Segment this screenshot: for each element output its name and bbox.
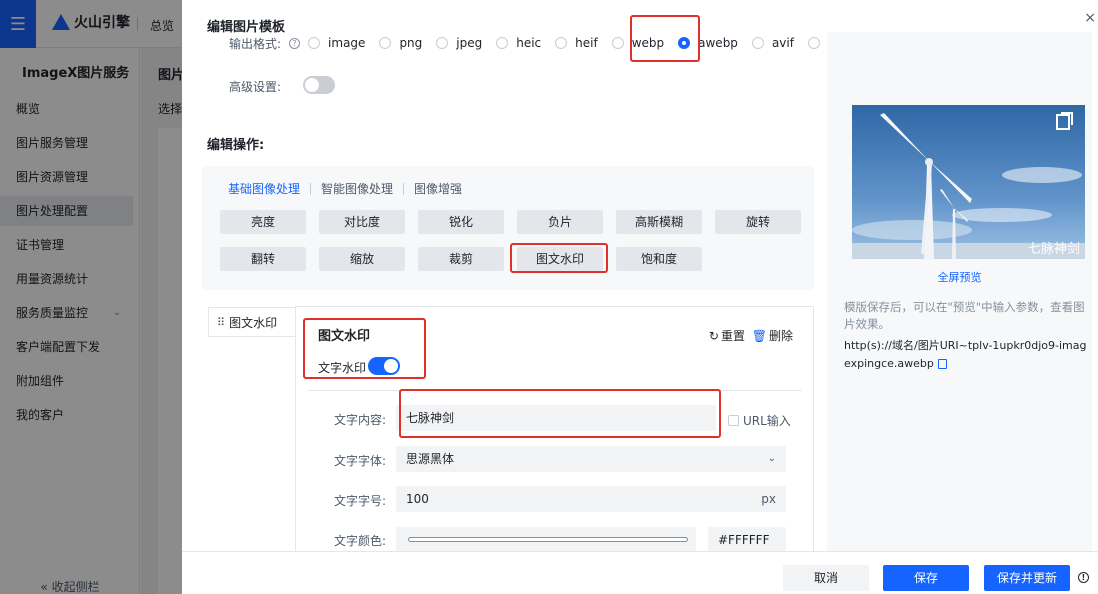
radio-label: png	[399, 36, 423, 50]
fullscreen-preview-link[interactable]: 全屏预览	[827, 269, 1092, 285]
tab-divider	[403, 182, 405, 195]
switch-knob	[305, 78, 319, 92]
edit-ops-title: 编辑操作:	[207, 138, 265, 153]
op-brightness-button[interactable]: 亮度	[220, 210, 306, 234]
reset-label: 重置	[720, 329, 745, 343]
modal-mask[interactable]	[0, 0, 182, 594]
ops-panel: 基础图像处理 智能图像处理 图像增强 亮度 对比度 锐化 负片 高斯模糊 旋转 …	[202, 166, 814, 290]
radio-label: jpeg	[456, 36, 483, 50]
radio-dot	[308, 37, 321, 49]
op-gaussian-blur-button[interactable]: 高斯模糊	[616, 210, 702, 234]
output-format-group: 输出格式: ? image png jpeg heic heif webp aw…	[229, 34, 866, 52]
radio-label: heif	[575, 36, 598, 50]
selected-op-label: 图文水印	[229, 315, 278, 330]
wind-turbine-image: 七脉神剑	[852, 105, 1085, 259]
unit-suffix: px	[761, 492, 776, 506]
radio-label: heic	[516, 36, 542, 50]
radio-dot	[379, 37, 392, 49]
checkbox-label: URL输入	[743, 414, 791, 428]
font-size-input[interactable]: 100 px	[396, 486, 786, 512]
radio-dot	[436, 37, 449, 49]
font-select[interactable]: 思源黑体 ⌄	[396, 446, 786, 472]
output-format-label: 输出格式:	[229, 36, 282, 51]
ops-tabs: 基础图像处理 智能图像处理 图像增强	[228, 180, 462, 197]
reset-button[interactable]: ↻ 重置	[709, 327, 745, 344]
radio-label: image	[328, 36, 366, 50]
edit-template-drawer: × 编辑图片模板 输出格式: ? image png jpeg heic hei…	[182, 0, 1098, 594]
selected-op-item[interactable]: ⠿ 图文水印	[208, 307, 300, 337]
app-root: ☰ 火山引擎 总览 ImageX图片服务 概览 图片服务管理 图片资源管理 图片…	[0, 0, 1098, 594]
op-rotate-button[interactable]: 旋转	[715, 210, 801, 234]
tab-smart[interactable]: 智能图像处理	[321, 180, 393, 197]
drawer-footer: 取消 保存 保存并更新 !	[182, 551, 1098, 594]
radio-dot	[751, 37, 764, 49]
preview-panel: 七脉神剑 全屏预览 模版保存后，可以在"预览"中输入参数，查看图片效果。 htt…	[827, 32, 1092, 552]
save-button[interactable]: 保存	[883, 565, 969, 591]
help-icon[interactable]: ?	[289, 37, 301, 49]
preview-url-text: http(s)://域名/图片URI~tplv-1upkr0djo9-image…	[844, 339, 1087, 370]
watermark-text: 七脉神剑	[1028, 241, 1080, 257]
op-resize-button[interactable]: 缩放	[319, 247, 405, 271]
op-saturation-button[interactable]: 饱和度	[616, 247, 702, 271]
radio-label: awebp	[698, 36, 738, 50]
advanced-settings-label: 高级设置:	[229, 80, 282, 94]
font-size-label: 文字字号:	[334, 494, 387, 508]
drag-handle-icon[interactable]: ⠿	[217, 316, 225, 329]
drawer-title: 编辑图片模板	[207, 20, 286, 35]
radio-dot	[555, 37, 568, 49]
op-sharpen-button[interactable]: 锐化	[418, 210, 504, 234]
text-color-label: 文字颜色:	[334, 534, 387, 548]
text-content-label: 文字内容:	[334, 413, 387, 427]
checkbox-box	[728, 415, 739, 426]
color-picker[interactable]	[396, 527, 696, 553]
copy-icon[interactable]	[937, 359, 947, 369]
tab-enhance[interactable]: 图像增强	[414, 180, 462, 197]
op-crop-button[interactable]: 裁剪	[418, 247, 504, 271]
op-flip-button[interactable]: 翻转	[220, 247, 306, 271]
highlight-box	[399, 389, 721, 438]
tab-basic[interactable]: 基础图像处理	[228, 180, 300, 197]
radio-format-jpeg[interactable]: jpeg	[436, 36, 482, 50]
font-select-value: 思源黑体	[406, 452, 455, 466]
cancel-button[interactable]: 取消	[783, 565, 869, 591]
radio-dot	[807, 37, 820, 49]
font-label: 文字字体:	[334, 454, 387, 468]
info-icon[interactable]: !	[1078, 572, 1089, 583]
preview-note: 模版保存后，可以在"预览"中输入参数，查看图片效果。	[844, 300, 1085, 331]
color-hex-input[interactable]: #FFFFFF	[708, 527, 786, 553]
trash-icon: 🗑	[751, 328, 767, 343]
delete-button[interactable]: 🗑 删除	[752, 327, 793, 344]
url-input-checkbox[interactable]: URL输入	[728, 412, 791, 429]
tab-divider	[310, 182, 312, 195]
highlight-box	[510, 243, 608, 273]
op-negative-button[interactable]: 负片	[517, 210, 603, 234]
save-and-update-button[interactable]: 保存并更新	[984, 565, 1070, 591]
radio-label: avif	[771, 36, 794, 50]
delete-label: 删除	[768, 329, 793, 343]
reset-icon: ↻	[708, 328, 719, 343]
radio-dot	[496, 37, 509, 49]
color-swatch	[408, 537, 688, 542]
preview-url: http(s)://域名/图片URI~tplv-1upkr0djo9-image…	[844, 337, 1092, 373]
radio-dot	[611, 37, 624, 49]
highlight-box	[303, 318, 426, 379]
radio-format-heic[interactable]: heic	[496, 36, 541, 50]
radio-format-avif[interactable]: avif	[751, 36, 794, 50]
radio-format-png[interactable]: png	[379, 36, 422, 50]
op-contrast-button[interactable]: 对比度	[319, 210, 405, 234]
radio-format-heif[interactable]: heif	[555, 36, 598, 50]
close-icon[interactable]: ×	[1084, 10, 1096, 26]
radio-format-image[interactable]: image	[308, 36, 365, 50]
font-size-value: 100	[406, 492, 429, 506]
advanced-settings-switch[interactable]	[303, 76, 335, 94]
chevron-down-icon: ⌄	[767, 453, 776, 464]
highlight-box	[630, 15, 700, 62]
preview-image: 七脉神剑	[852, 105, 1085, 259]
